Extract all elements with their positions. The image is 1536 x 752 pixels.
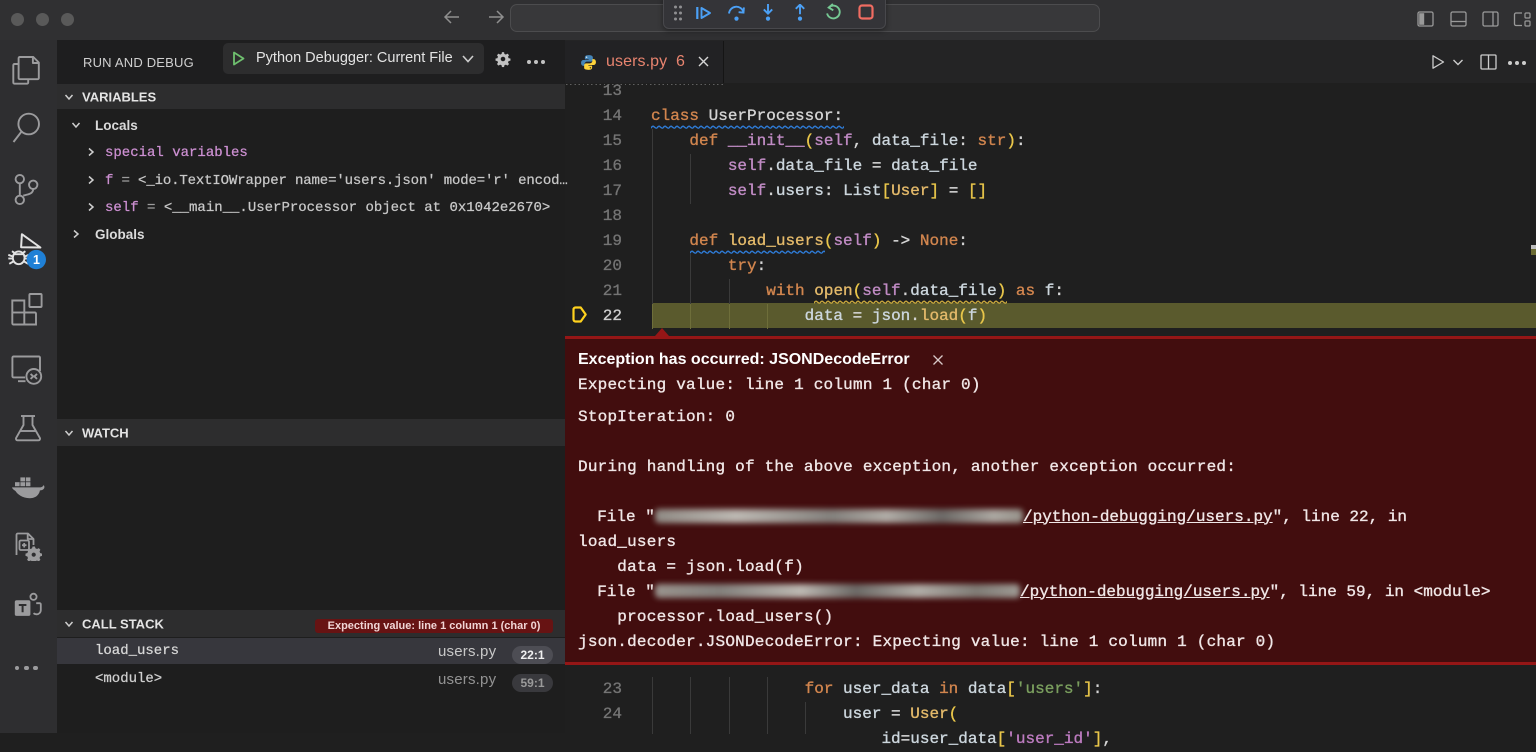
svg-text:1: 1 <box>33 253 40 267</box>
